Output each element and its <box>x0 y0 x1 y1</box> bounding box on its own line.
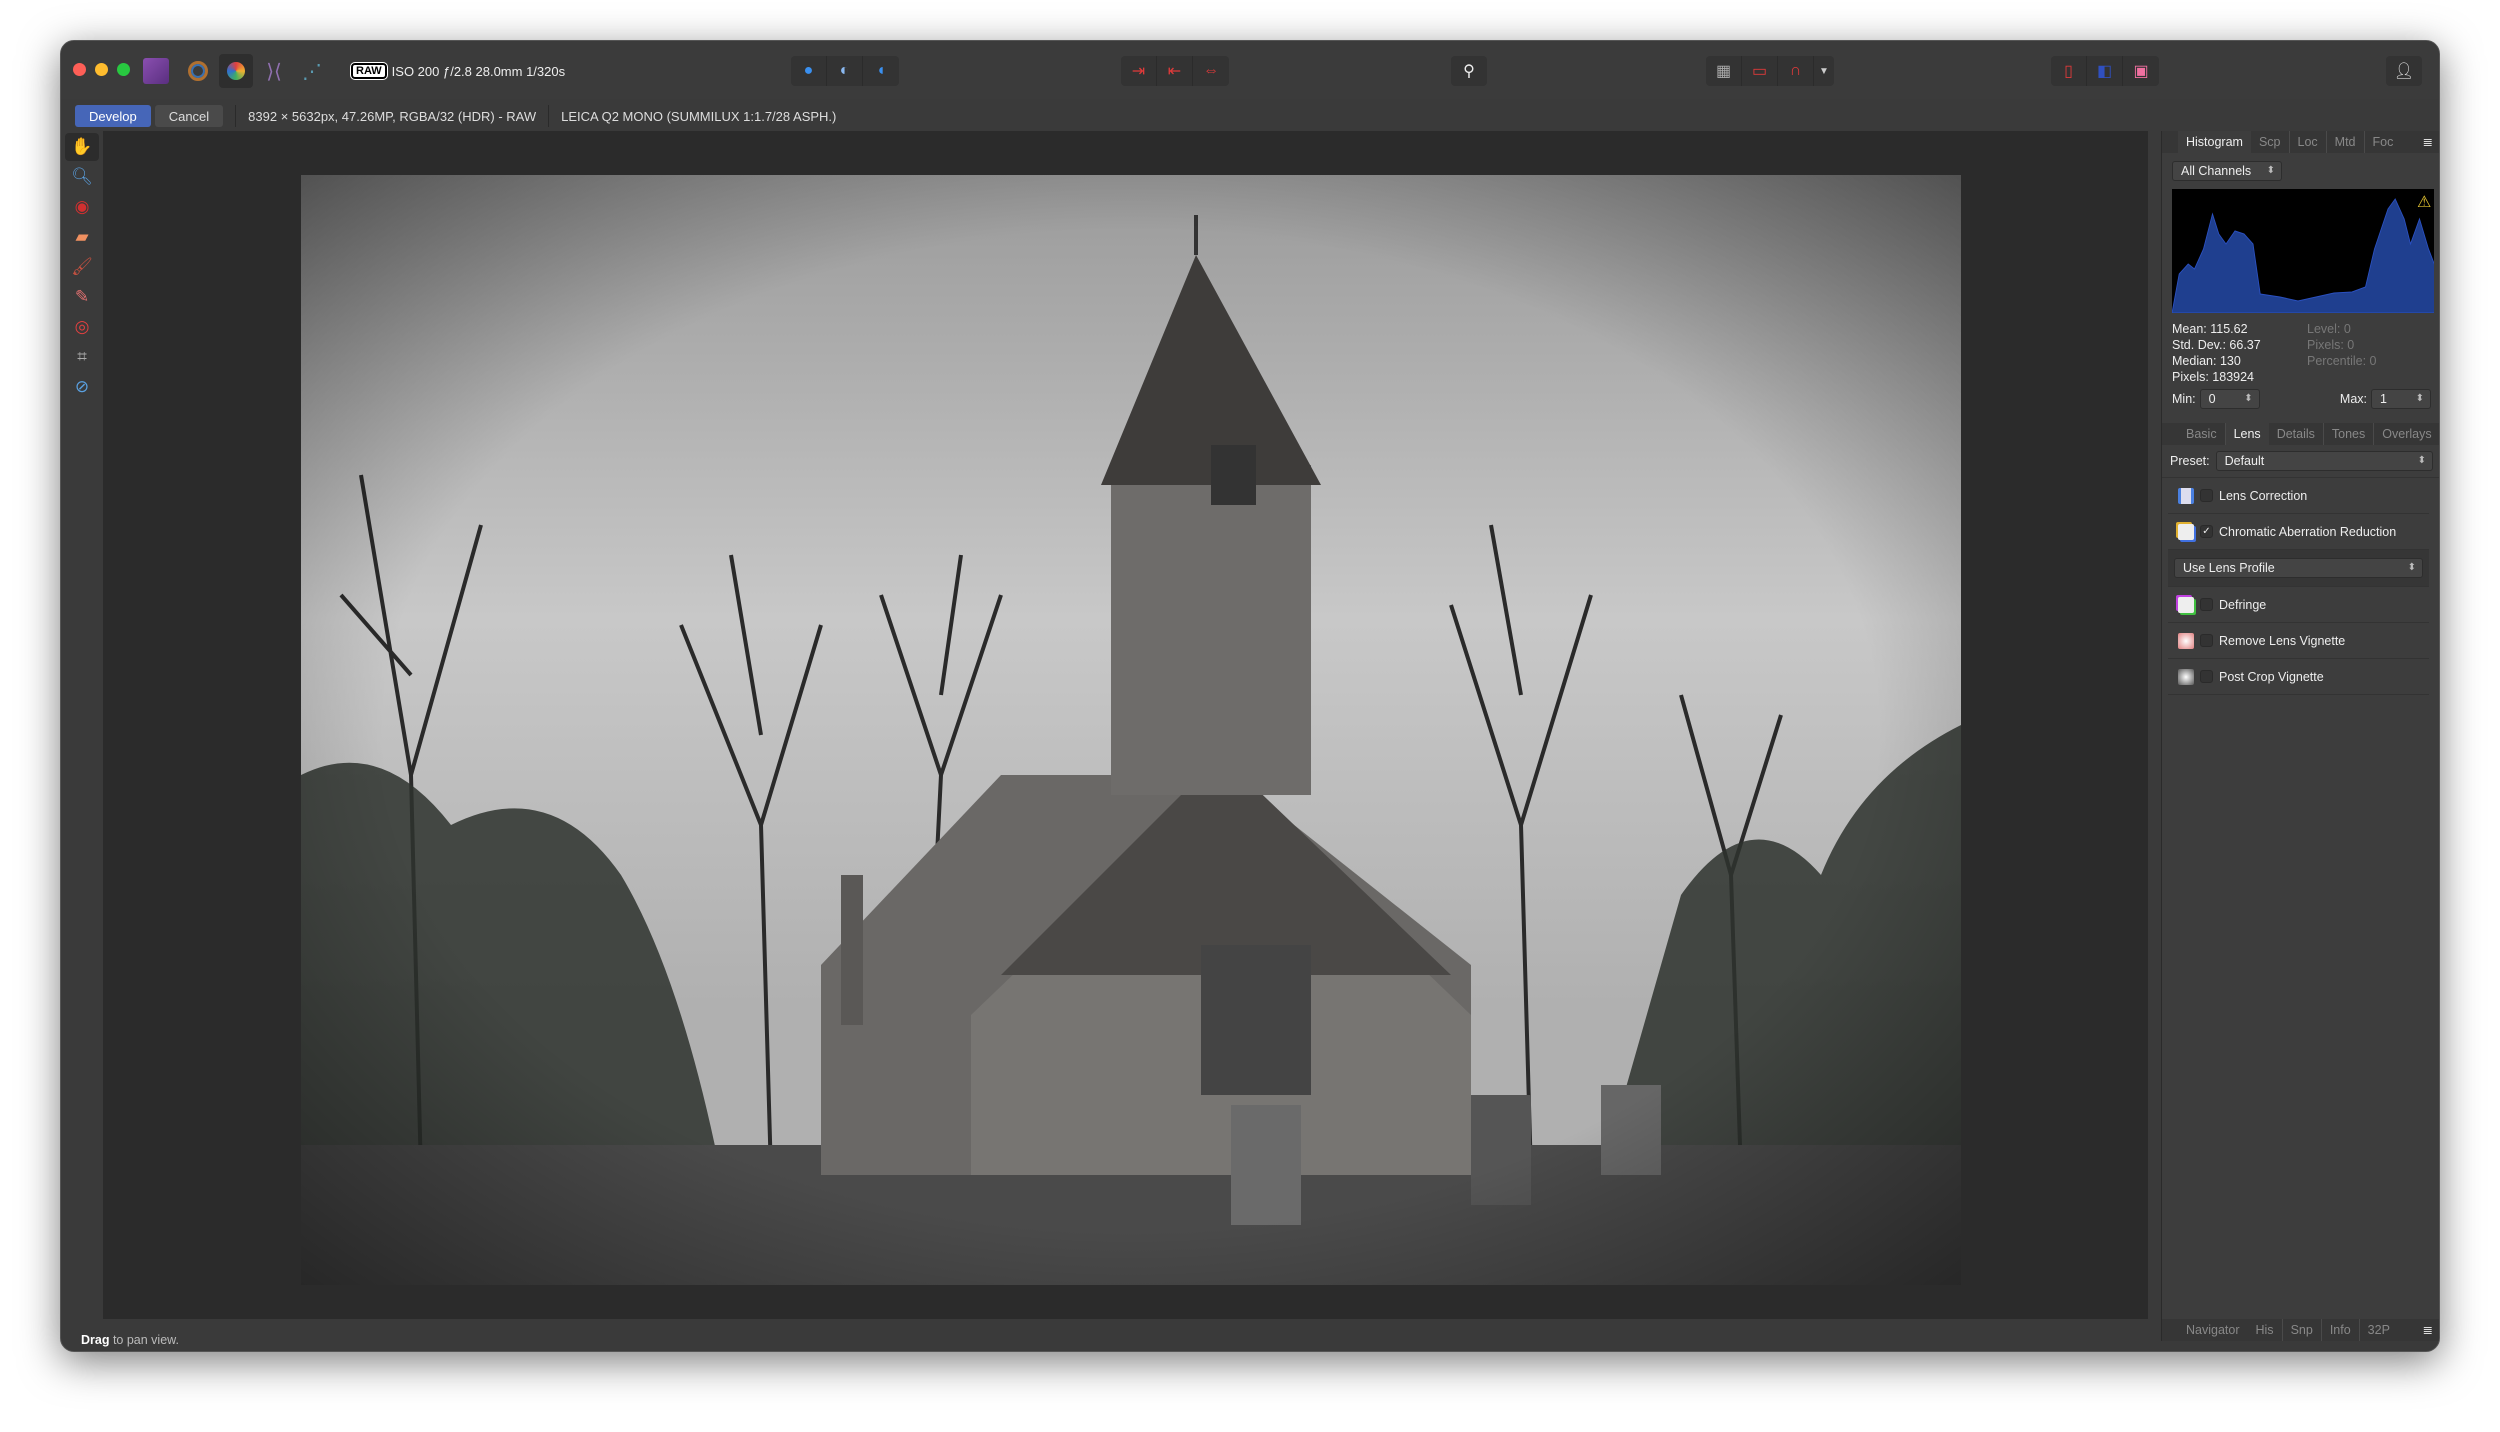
remove-lens-vignette-row[interactable]: Remove Lens Vignette <box>2168 623 2429 659</box>
defringe-icon <box>2178 596 2194 613</box>
overlay-erase-tool[interactable]: ✎ <box>65 283 99 311</box>
hand-tool[interactable]: ✋ <box>65 133 99 161</box>
max-label: Max: <box>2339 392 2367 406</box>
tab-snapshots[interactable]: Snp <box>2283 1319 2322 1341</box>
exif-info: ISO 200 ƒ/2.8 28.0mm 1/320s <box>391 63 566 79</box>
lens-vignette-icon <box>2178 632 2194 649</box>
before-after-icon[interactable]: ▭ <box>1742 56 1778 86</box>
right-panel: Histogram Scp Loc Mtd Foc ≣ All Channels… <box>2161 131 2439 1341</box>
cancel-button[interactable]: Cancel <box>154 105 224 127</box>
median-stat: Median: 130 <box>2172 354 2241 368</box>
account-icon[interactable]: 👤︎ <box>2386 56 2422 86</box>
tab-focus[interactable]: Foc <box>2365 131 2402 153</box>
develop-persona-icon[interactable] <box>181 54 215 88</box>
tab-navigator[interactable]: Navigator <box>2178 1319 2248 1341</box>
overlay-paint-tool[interactable]: 🖌︎ <box>65 253 99 281</box>
white-balance-tool[interactable]: ⊘ <box>65 373 99 401</box>
pixels-stat: Pixels: 183924 <box>2172 370 2255 384</box>
tab-lens[interactable]: Lens <box>2225 423 2269 445</box>
view-split-icon[interactable]: ◐ <box>827 56 863 86</box>
channel-select[interactable]: All Channels <box>2172 161 2282 181</box>
selected-pixels-stat: Pixels: 0 <box>2307 338 2355 352</box>
zoom-button[interactable] <box>117 63 130 76</box>
canvas[interactable] <box>103 131 2148 1319</box>
raw-badge: RAW <box>350 62 388 80</box>
develop-tabs: Basic Lens Details Tones Overlays <box>2162 423 2439 445</box>
grid-icon[interactable]: ▦ <box>1706 56 1742 86</box>
bottom-panel-tabs: Navigator His Snp Info 32P ≣ <box>2162 1319 2439 1341</box>
clip-shadows-icon[interactable]: ⇤ <box>1157 56 1193 86</box>
remove-lens-vignette-checkbox[interactable] <box>2200 634 2213 647</box>
view-mirror-icon[interactable]: ◖ <box>863 56 899 86</box>
post-crop-vignette-checkbox[interactable] <box>2200 670 2213 683</box>
tab-scope[interactable]: Scp <box>2251 131 2290 153</box>
preset-label: Preset: <box>2170 454 2210 468</box>
snapping-icon[interactable]: ∩ <box>1778 56 1814 86</box>
crop-tool[interactable]: ⌗ <box>65 343 99 371</box>
chromatic-aberration-icon <box>2178 523 2194 540</box>
zoom-tool[interactable]: 🔍︎ <box>65 163 99 191</box>
histogram-tabs: Histogram Scp Loc Mtd Foc ≣ <box>2162 131 2439 153</box>
defringe-row[interactable]: Defringe <box>2168 587 2429 623</box>
status-bar: Drag to pan view. <box>81 1333 179 1347</box>
max-input[interactable]: 1 <box>2371 389 2431 409</box>
lens-info: LEICA Q2 MONO (SUMMILUX 1:1.7/28 ASPH.) <box>561 108 837 124</box>
panel-menu-icon[interactable]: ≣ <box>2415 1319 2439 1341</box>
tools-panel: ✋ 🔍︎ ◉ ▰ 🖌︎ ✎ ◎ ⌗ ⊘ <box>61 131 103 1331</box>
tab-info[interactable]: Info <box>2322 1319 2360 1341</box>
tab-histogram[interactable]: Histogram <box>2178 131 2251 153</box>
min-label: Min: <box>2172 392 2196 406</box>
histogram-graph: ⚠ <box>2172 189 2434 313</box>
photo-persona-icon[interactable] <box>219 54 253 88</box>
develop-button[interactable]: Develop <box>75 105 151 127</box>
lens-correction-row[interactable]: Lens Correction <box>2168 478 2429 514</box>
app-window: ⟩⟨ ⋰ RAW ISO 200 ƒ/2.8 28.0mm 1/320s ● ◐ … <box>60 40 2440 1352</box>
view-single-icon[interactable]: ● <box>791 56 827 86</box>
affinity-photo-logo <box>143 58 169 84</box>
rulers-icon[interactable]: ▯ <box>2051 56 2087 86</box>
image-info: 8392 × 5632px, 47.26MP, RGBA/32 (HDR) - … <box>248 108 537 124</box>
minimize-button[interactable] <box>95 63 108 76</box>
min-input[interactable]: 0 <box>2199 389 2260 409</box>
gamut-icon[interactable]: ▣ <box>2123 56 2159 86</box>
color-icon[interactable]: ◧ <box>2087 56 2123 86</box>
window-controls <box>73 63 130 76</box>
chromatic-aberration-checkbox[interactable]: ✓ <box>2200 525 2213 538</box>
ca-mode-select[interactable]: Use Lens Profile <box>2174 558 2423 578</box>
assistant-icon[interactable]: ⚲ <box>1451 56 1487 86</box>
snapping-dropdown-icon[interactable]: ▼ <box>1814 56 1834 86</box>
lens-correction-icon <box>2178 487 2194 504</box>
tab-details[interactable]: Details <box>2269 423 2324 445</box>
tab-basic[interactable]: Basic <box>2178 423 2226 445</box>
preset-select[interactable]: Default <box>2215 451 2433 471</box>
clip-tones-icon[interactable]: ⇔ <box>1193 56 1229 86</box>
clip-highlights-icon[interactable]: ⇥ <box>1121 56 1157 86</box>
tab-metadata[interactable]: Mtd <box>2327 131 2365 153</box>
chromatic-aberration-row[interactable]: ✓ Chromatic Aberration Reduction <box>2168 514 2429 550</box>
mean-stat: Mean: 115.62 <box>2172 322 2248 336</box>
tab-history[interactable]: His <box>2248 1319 2283 1341</box>
tab-32p[interactable]: 32P <box>2360 1319 2398 1341</box>
blemish-removal-tool[interactable]: ▰ <box>65 223 99 251</box>
tab-tones[interactable]: Tones <box>2324 423 2375 445</box>
std-dev-stat: Std. Dev.: 66.37 <box>2172 338 2261 352</box>
post-crop-vignette-row[interactable]: Post Crop Vignette <box>2168 659 2429 695</box>
post-crop-vignette-icon <box>2178 668 2194 685</box>
clipping-warning-icon: ⚠ <box>2417 194 2431 211</box>
overlay-gradient-tool[interactable]: ◎ <box>65 313 99 341</box>
tab-overlays[interactable]: Overlays <box>2374 423 2439 445</box>
panel-menu-icon[interactable]: ≣ <box>2415 131 2439 153</box>
toolbar: ⟩⟨ ⋰ RAW ISO 200 ƒ/2.8 28.0mm 1/320s ● ◐ … <box>61 41 2439 99</box>
red-eye-tool[interactable]: ◉ <box>65 193 99 221</box>
tone-mapping-persona-icon[interactable]: ⟩⟨ <box>257 54 291 88</box>
percentile-stat: Percentile: 0 <box>2307 354 2377 368</box>
level-stat: Level: 0 <box>2307 322 2351 336</box>
photo-church <box>301 175 1961 1285</box>
defringe-checkbox[interactable] <box>2200 598 2213 611</box>
tab-location[interactable]: Loc <box>2290 131 2327 153</box>
lens-correction-checkbox[interactable] <box>2200 489 2213 502</box>
context-toolbar: Develop Cancel 8392 × 5632px, 47.26MP, R… <box>61 103 2439 129</box>
export-persona-icon[interactable]: ⋰ <box>295 54 329 88</box>
close-button[interactable] <box>73 63 86 76</box>
